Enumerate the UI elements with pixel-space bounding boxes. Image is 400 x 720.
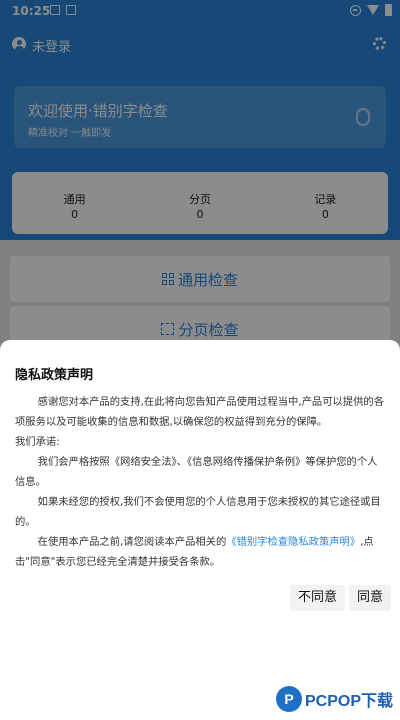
privacy-policy-link[interactable]: 《错别字检查隐私政策声明》 <box>226 536 360 548</box>
watermark-logo-icon: P <box>276 686 302 712</box>
dialog-paragraph-policy: 在使用本产品之前,请您阅读本产品相关的《错别字检查隐私政策声明》,点击"同意"表… <box>15 532 387 572</box>
dialog-title: 隐私政策声明 <box>15 368 94 383</box>
dialog-promise-label: 我们承诺: <box>15 436 60 448</box>
dialog-body: 感谢您对本产品的支持,在此将向您告知产品使用过程当中,产品可以提供的各项服务以及… <box>15 392 387 572</box>
agree-button[interactable]: 同意 <box>349 585 392 611</box>
dialog-paragraph: 如果未经您的授权,我们不会使用您的个人信息用于您未授权的其它途径或目的。 <box>15 496 381 528</box>
watermark: P PCPOP下载 <box>276 684 393 714</box>
dialog-paragraph: 我们会严格按照《网络安全法》、《信息网络传播保护条例》等保护您的个人信息。 <box>15 456 378 488</box>
disagree-button[interactable]: 不同意 <box>290 585 346 611</box>
watermark-text: PCPOP下载 <box>305 693 394 710</box>
policy-prefix: 在使用本产品之前,请您阅读本产品相关的 <box>37 536 227 548</box>
dialog-paragraph: 感谢您对本产品的支持,在此将向您告知产品使用过程当中,产品可以提供的各项服务以及… <box>15 396 384 428</box>
privacy-dialog: 隐私政策声明 感谢您对本产品的支持,在此将向您告知产品使用过程当中,产品可以提供… <box>0 340 400 720</box>
